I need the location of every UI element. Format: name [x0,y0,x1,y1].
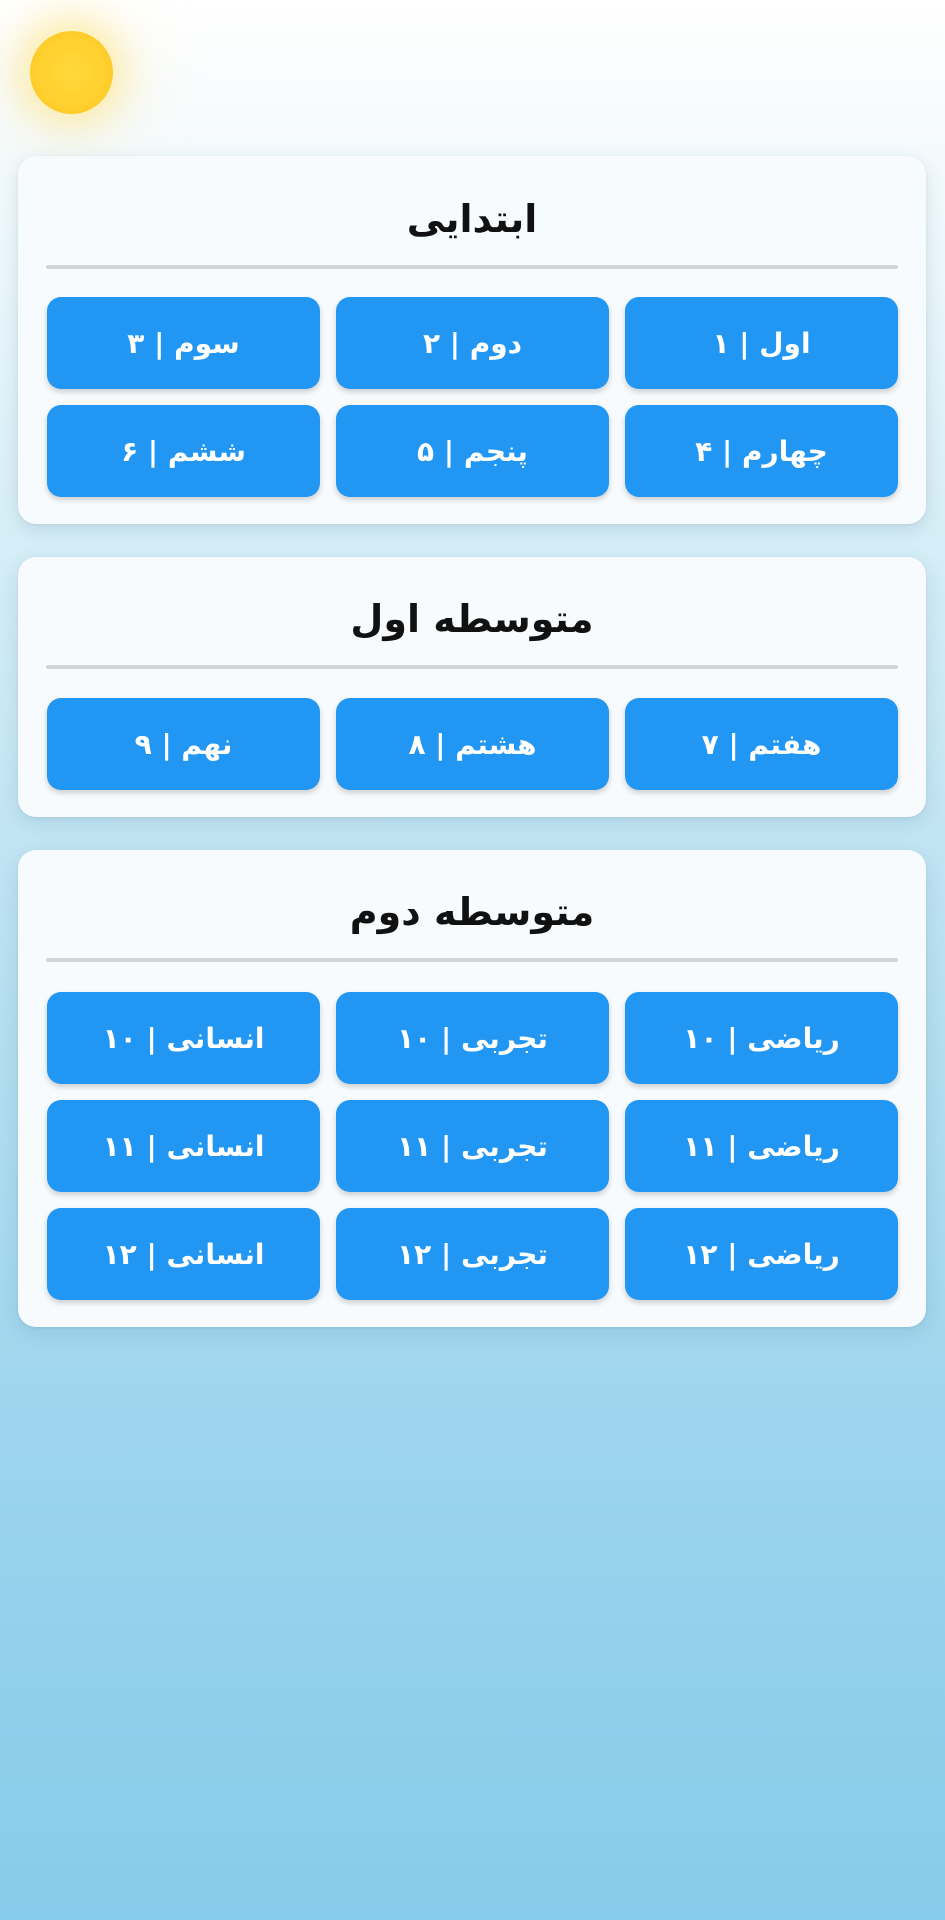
grade-button-1[interactable]: اول | ۱ [625,297,898,389]
section-divider [46,265,898,269]
grade-button-12-humanities[interactable]: انسانی | ۱۲ [47,1208,320,1300]
grade-button-10-math[interactable]: ریاضی | ۱۰ [625,992,898,1084]
grade-button-6[interactable]: ششم | ۶ [47,405,320,497]
grade-button-10-humanities[interactable]: انسانی | ۱۰ [47,992,320,1084]
section-middle-school-1: متوسطه اول هفتم | ۷ هشتم | ۸ نهم | ۹ [18,557,926,817]
grade-button-11-science[interactable]: تجربی | ۱۱ [336,1100,609,1192]
grade-button-5[interactable]: پنجم | ۵ [336,405,609,497]
grade-grid-middle-2: ریاضی | ۱۰ تجربی | ۱۰ انسانی | ۱۰ ریاضی … [46,992,898,1300]
sun-icon [30,31,113,114]
section-middle-school-2: متوسطه دوم ریاضی | ۱۰ تجربی | ۱۰ انسانی … [18,850,926,1327]
grade-grid-middle-1: هفتم | ۷ هشتم | ۸ نهم | ۹ [46,698,898,790]
section-divider [46,665,898,669]
section-title-middle-2: متوسطه دوم [349,890,595,934]
grade-button-3[interactable]: سوم | ۳ [47,297,320,389]
section-title-middle-1: متوسطه اول [350,597,594,641]
grade-button-2[interactable]: دوم | ۲ [336,297,609,389]
grade-button-11-humanities[interactable]: انسانی | ۱۱ [47,1100,320,1192]
grade-button-10-science[interactable]: تجربی | ۱۰ [336,992,609,1084]
grade-button-8[interactable]: هشتم | ۸ [336,698,609,790]
section-title-primary: ابتدایی [406,197,538,241]
section-divider [46,958,898,962]
grade-button-9[interactable]: نهم | ۹ [47,698,320,790]
section-primary: ابتدایی اول | ۱ دوم | ۲ سوم | ۳ چهارم | … [18,156,926,524]
grade-button-4[interactable]: چهارم | ۴ [625,405,898,497]
grade-button-7[interactable]: هفتم | ۷ [625,698,898,790]
grade-button-12-math[interactable]: ریاضی | ۱۲ [625,1208,898,1300]
grade-grid-primary: اول | ۱ دوم | ۲ سوم | ۳ چهارم | ۴ پنجم |… [46,297,898,497]
grade-button-12-science[interactable]: تجربی | ۱۲ [336,1208,609,1300]
grade-button-11-math[interactable]: ریاضی | ۱۱ [625,1100,898,1192]
